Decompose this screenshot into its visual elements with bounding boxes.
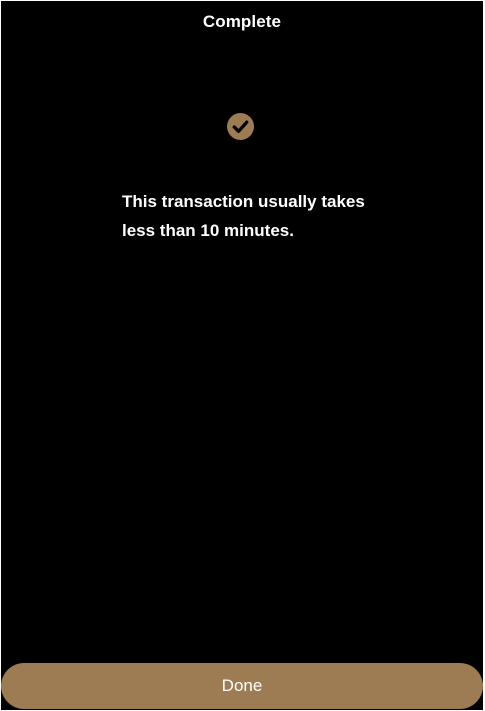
done-button[interactable]: Done (1, 663, 483, 709)
transaction-complete-screen: Complete This transaction usually takes … (1, 1, 483, 710)
page-title: Complete (202, 12, 282, 31)
transaction-time-message: This transaction usually takes less than… (122, 192, 365, 240)
check-circle-icon (227, 113, 254, 140)
